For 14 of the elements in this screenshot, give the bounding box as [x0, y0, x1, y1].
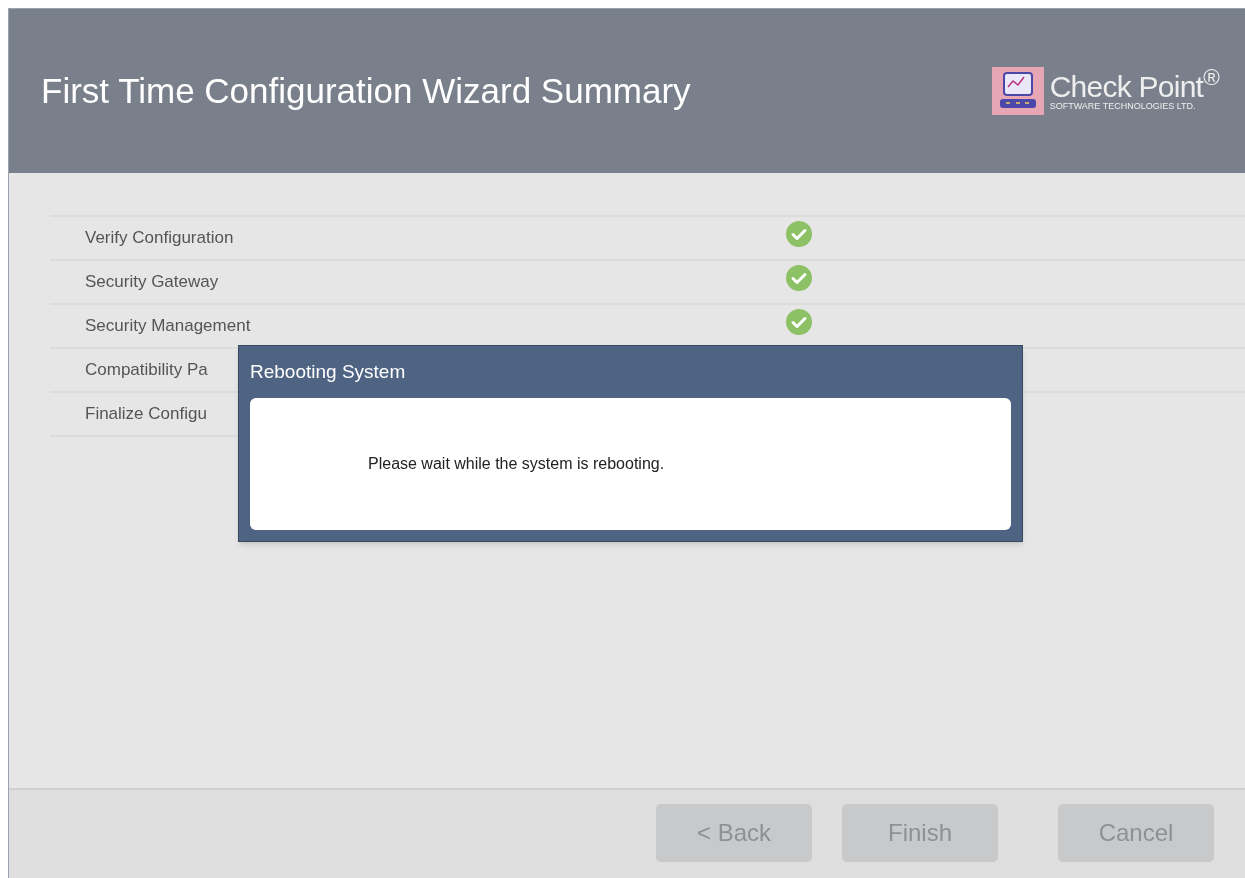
step-label: Security Gateway [85, 271, 219, 294]
check-icon [786, 265, 812, 291]
check-icon [786, 221, 812, 247]
logo-tagline: SOFTWARE TECHNOLOGIES LTD. [1049, 101, 1197, 111]
logo-icon [991, 67, 1044, 115]
step-label: Finalize Configu [85, 403, 207, 426]
window-title: First Time Configuration Wizard Summary [41, 69, 691, 112]
step-label: Compatibility Pa [85, 359, 208, 382]
dialog-message: Please wait while the system is rebooting. [368, 454, 665, 474]
dialog-title: Rebooting System [250, 359, 407, 384]
step-label: Verify Configuration [85, 227, 234, 250]
step-label: Security Management [85, 315, 251, 338]
logo-name: Check Point$^{®}$ [1049, 71, 1219, 102]
check-icon [786, 309, 812, 335]
